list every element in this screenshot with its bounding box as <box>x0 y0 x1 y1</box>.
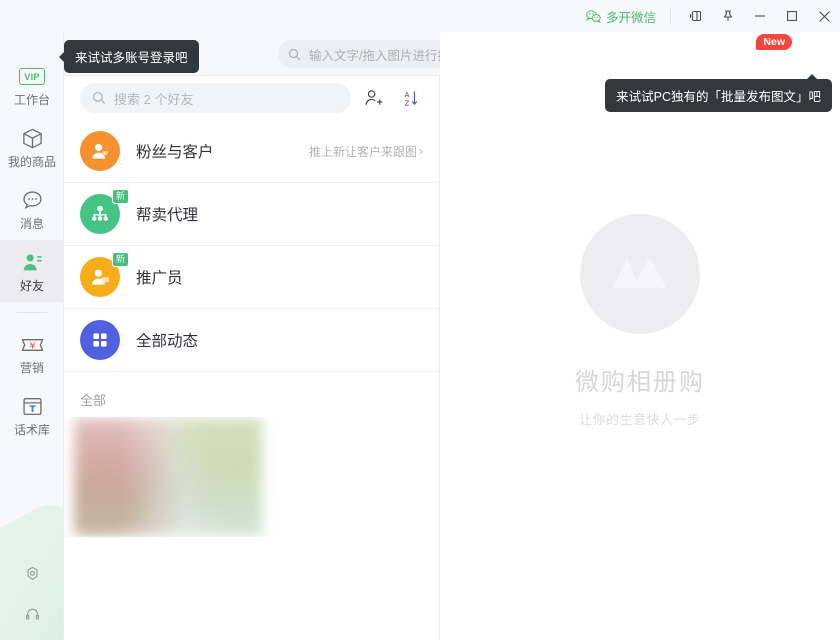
rail-bottom-actions <box>0 566 63 628</box>
pin-icon <box>723 10 733 21</box>
close-icon <box>818 10 830 22</box>
friends-list-toolbar: 搜索 2 个好友 A Z <box>64 76 439 120</box>
sidebar-item-messages[interactable]: 消息 <box>0 178 63 240</box>
new-badge: 新 <box>111 189 129 204</box>
maximize-button[interactable] <box>776 0 808 32</box>
group-hint-text: 推上新让客户来跟图 <box>308 144 417 159</box>
group-name: 帮卖代理 <box>136 207 199 224</box>
grid-icon <box>80 320 120 360</box>
sort-button[interactable]: A Z <box>397 85 423 111</box>
group-row-fans-customers[interactable]: 粉丝与客户 推上新让客户来跟图 › <box>64 120 439 183</box>
rail-divider <box>16 312 47 313</box>
new-badge: New <box>756 34 792 51</box>
svg-text:Z: Z <box>404 99 409 107</box>
group-row-promoters[interactable]: 新 推广员 <box>64 246 439 309</box>
minimize-icon <box>755 15 765 17</box>
minimize-button[interactable] <box>744 0 776 32</box>
svg-text:T: T <box>29 405 36 415</box>
chevron-right-icon: › <box>419 144 423 158</box>
sidebar-item-script-library[interactable]: T 话术库 <box>0 384 63 446</box>
empty-state-subtitle: 让你的生意快人一步 <box>579 413 701 427</box>
group-name: 推广员 <box>136 270 183 287</box>
search-icon <box>288 48 301 60</box>
tooltip-multi-account: 来试试多账号登录吧 <box>59 40 199 73</box>
friends-list-panel: 搜索 2 个好友 A Z 粉丝与客户 推上新让客户来跟图 › 新 帮卖代理 新 … <box>64 76 440 640</box>
avatar: 新 <box>80 189 129 234</box>
coupon-icon: ¥ <box>20 333 45 357</box>
panel-icon <box>690 10 702 22</box>
new-badge: 新 <box>111 252 129 267</box>
sort-az-icon: A Z <box>404 91 417 107</box>
settings-button[interactable] <box>24 566 41 588</box>
svg-text:A: A <box>404 91 409 99</box>
sidebar-label-workbench: 工作台 <box>13 92 50 107</box>
sidebar-toggle-button[interactable] <box>680 0 712 32</box>
group-row-all-moments[interactable]: 全部动态 <box>64 309 439 372</box>
search-icon <box>92 91 106 105</box>
section-title-all: 全部 <box>80 393 107 408</box>
mountain-logo-icon <box>580 214 700 334</box>
vip-badge-text: VIP <box>19 68 45 85</box>
sidebar-label-my-products: 我的商品 <box>7 154 56 169</box>
friends-search-placeholder: 搜索 2 个好友 <box>114 91 194 107</box>
titlebar-divider <box>670 9 671 23</box>
sidebar-label-messages: 消息 <box>19 216 44 231</box>
sidebar-item-marketing[interactable]: ¥ 营销 <box>0 322 63 384</box>
sidebar-label-script-library: 话术库 <box>13 422 50 437</box>
detail-pane: 微购相册购 让你的生意快人一步 <box>440 32 840 640</box>
group-name: 全部动态 <box>136 333 199 350</box>
vip-icon: VIP <box>19 65 45 89</box>
sidebar-label-marketing: 营销 <box>19 360 44 375</box>
sidebar-item-my-products[interactable]: 我的商品 <box>0 116 63 178</box>
multi-open-wechat-button[interactable]: 多开微信 <box>578 4 664 28</box>
avatar <box>80 131 120 171</box>
close-button[interactable] <box>808 0 840 32</box>
chat-icon <box>21 189 44 213</box>
text-template-icon: T <box>21 395 44 419</box>
add-friend-button[interactable] <box>361 85 387 111</box>
group-hint[interactable]: 推上新让客户来跟图 › <box>309 143 423 160</box>
svg-text:¥: ¥ <box>29 341 35 351</box>
support-button[interactable] <box>24 606 41 628</box>
maximize-icon <box>787 11 797 21</box>
title-bar: 多开微信 <box>0 0 840 32</box>
fan-customer-icon <box>80 131 120 171</box>
left-rail: VIP 工作台 我的商品 消息 好友 ¥ 营销 T 话术库 <box>0 32 64 640</box>
app-window: 多开微信 VIP 工作台 我的商品 消息 好友 ¥ 营销 T 话术库 输入文字/… <box>0 0 840 640</box>
avatar: 新 <box>80 252 129 297</box>
contacts-icon <box>21 251 44 275</box>
blurred-photo-thumbnail[interactable] <box>74 418 262 536</box>
friends-search-input[interactable]: 搜索 2 个好友 <box>80 83 351 113</box>
wechat-icon <box>585 9 601 23</box>
sidebar-item-workbench[interactable]: VIP 工作台 <box>0 54 63 116</box>
thumbnail-container <box>64 417 439 537</box>
sidebar-label-friends: 好友 <box>19 278 44 293</box>
empty-state-title: 微购相册购 <box>575 369 705 396</box>
tooltip-batch-publish: 来试试PC独有的「批量发布图文」吧 <box>605 74 832 112</box>
gear-icon <box>27 566 37 581</box>
rail-items: VIP 工作台 我的商品 消息 好友 ¥ 营销 T 话术库 <box>0 32 63 446</box>
add-friend-icon <box>365 90 383 105</box>
group-row-selling-agents[interactable]: 新 帮卖代理 <box>64 183 439 246</box>
multi-open-label: 多开微信 <box>605 10 656 25</box>
group-name: 粉丝与客户 <box>136 144 214 161</box>
avatar <box>80 320 120 360</box>
headset-icon <box>25 608 39 620</box>
box-icon <box>21 127 44 151</box>
sidebar-item-friends[interactable]: 好友 <box>0 240 63 302</box>
pin-button[interactable] <box>712 0 744 32</box>
